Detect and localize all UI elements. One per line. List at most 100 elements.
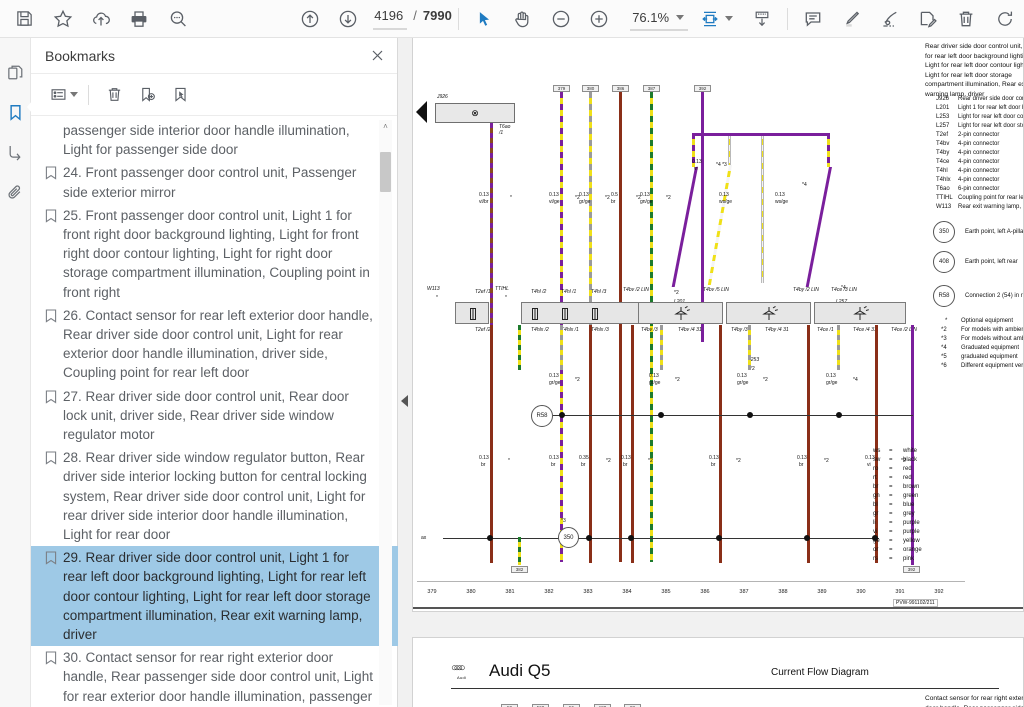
main-toolbar: 4196 / 7990 76.1% xyxy=(0,0,1024,38)
add-bookmark-icon[interactable] xyxy=(132,81,162,109)
page-number-input[interactable]: 4196 xyxy=(373,8,408,30)
stamp-icon[interactable] xyxy=(914,4,942,34)
earth-node-3 xyxy=(628,535,634,541)
wire-spec-color-1: vi/br xyxy=(479,199,489,205)
close-icon[interactable] xyxy=(370,48,385,63)
sidebar-item-attachments[interactable] xyxy=(0,172,31,212)
page-header-rule xyxy=(451,688,999,689)
wire-spec-size-6: 0.13 xyxy=(692,159,702,165)
wire-spec-size-8: 0.13 xyxy=(775,192,785,198)
rotate-icon[interactable] xyxy=(991,4,1019,34)
sidebar-item-signatures[interactable] xyxy=(0,132,31,172)
list-item[interactable]: 28. Rear driver side window regulator bu… xyxy=(31,446,398,546)
list-item-selected[interactable]: 29. Rear driver side door control unit, … xyxy=(31,546,398,647)
flow-arrow-left-icon xyxy=(416,101,427,123)
zoom-out-circle-icon[interactable] xyxy=(546,4,574,34)
cloud-upload-icon[interactable] xyxy=(87,4,115,34)
list-item[interactable]: 26. Contact sensor for rear left exterio… xyxy=(31,304,398,385)
mid-wire-size-3: 0.13 xyxy=(737,373,747,379)
splice-node-1 xyxy=(559,412,565,418)
legend-row-t4bv: T4bv 4-pin connector xyxy=(936,141,1000,147)
document-viewport[interactable]: ⊗ J926 T6ao /1 379 380 386 387 392 0.13 … xyxy=(398,38,1024,707)
page-navigation: 4196 / 7990 xyxy=(373,8,452,30)
list-options-chevron-icon[interactable] xyxy=(70,92,78,97)
splice-legend-text-r58: Connection 2 (54) in rear left door wiri… xyxy=(965,293,1023,299)
chevron-down-icon[interactable] xyxy=(676,15,685,20)
search-icon[interactable] xyxy=(164,4,192,34)
arrow-down-circle-icon[interactable] xyxy=(334,4,362,34)
bot-wire-color-5: br xyxy=(711,462,716,468)
wire-spec-size-1: 0.13 xyxy=(479,192,489,198)
list-item[interactable]: passenger side interior door handle illu… xyxy=(31,119,398,161)
select-bookmark-icon[interactable] xyxy=(165,81,195,109)
bookmark-icon xyxy=(39,306,63,323)
pin-t4hl-1: T4hl /1 xyxy=(561,289,577,295)
bookmark-icon xyxy=(39,163,63,181)
bot-wire-color-7: vi xyxy=(867,462,871,468)
earth-legend-text-350: Earth point, left A-pillar xyxy=(965,229,1023,235)
list-item[interactable]: 25. Front passenger door control unit, L… xyxy=(31,204,398,304)
document-page-1[interactable]: ⊗ J926 T6ao /1 379 380 386 387 392 0.13 … xyxy=(412,38,1024,612)
highlight-pen-icon[interactable] xyxy=(837,4,865,34)
bookmarks-list[interactable]: passenger side interior door handle illu… xyxy=(31,117,398,707)
trash-icon[interactable] xyxy=(952,4,980,34)
earth-node-5 xyxy=(804,535,810,541)
delete-bookmark-icon[interactable] xyxy=(99,81,129,109)
sidebar-item-pages[interactable] xyxy=(0,52,31,92)
save-icon[interactable] xyxy=(10,4,38,34)
wire-mid-br-1 xyxy=(589,325,592,563)
page-description: Rear driver side door control unit, Ligh… xyxy=(925,43,1023,98)
ref-box-bottom-2: 392 xyxy=(903,566,920,573)
bookmarks-scrollbar[interactable]: ˄ xyxy=(379,120,392,705)
fit-mode-chevron-icon[interactable] xyxy=(725,16,734,21)
lamp-box-l253 xyxy=(726,302,811,324)
component-ttihl-note: * xyxy=(505,295,507,301)
pin-t4ce-3: T4ce /3 LIN xyxy=(831,287,857,293)
wire-ws-ge-b xyxy=(761,133,764,283)
collapse-left-icon[interactable] xyxy=(398,376,412,426)
ink-signature-icon[interactable] xyxy=(875,4,903,34)
cursor-arrow-icon[interactable] xyxy=(470,4,498,34)
color-legend-or: or = orange xyxy=(873,547,922,553)
grid-number-383: 383 xyxy=(583,589,593,595)
bot-wire-size-6: 0.13 xyxy=(797,455,807,461)
zoom-level-control[interactable]: 76.1% xyxy=(630,7,689,31)
comment-icon[interactable] xyxy=(799,4,827,34)
document-page-2[interactable]: ○○○○ Audi Audi Q5 Current Flow Diagram 5… xyxy=(412,637,1024,707)
scrollbar-thumb[interactable] xyxy=(380,152,391,192)
sidebar-item-bookmarks[interactable] xyxy=(0,92,32,132)
zoom-in-circle-icon[interactable] xyxy=(585,4,613,34)
color-legend-rt: rt = red xyxy=(873,475,912,481)
color-legend-sw: sw = black xyxy=(873,457,918,463)
component-w113-note: * xyxy=(436,295,438,301)
wire-mid-gr-ge-1 xyxy=(560,325,563,370)
print-icon[interactable] xyxy=(125,4,153,34)
mid-wire-color-4: gr/ge xyxy=(826,380,838,386)
grid-rule xyxy=(417,581,965,582)
toolbar-divider-2 xyxy=(786,7,788,30)
mid-wire-color-2: gr/ge xyxy=(649,380,661,386)
list-options-icon[interactable] xyxy=(43,81,73,109)
fit-page-width-icon[interactable] xyxy=(696,4,724,34)
list-item[interactable]: 27. Rear driver side door control unit, … xyxy=(31,385,398,447)
bot-wire-color-1: br xyxy=(481,462,486,468)
diagram-title: Current Flow Diagram xyxy=(771,667,869,678)
scroll-up-arrow-icon[interactable]: ˄ xyxy=(379,120,392,133)
pin-t2ef-1: T2ef /1 xyxy=(475,289,491,295)
arrow-up-circle-icon[interactable] xyxy=(295,4,323,34)
list-item[interactable]: 24. Front passenger door control unit, P… xyxy=(31,161,398,203)
mid-wire-note-4: *4 xyxy=(853,377,858,383)
bot-wire-size-2: 0.13 xyxy=(549,455,559,461)
legend-row-t2ef: T2ef 2-pin connector xyxy=(936,132,1000,138)
bookmarks-toolbar xyxy=(31,74,397,116)
bot-wire-note-1: * xyxy=(508,458,510,464)
mid-wire-size-4: 0.13 xyxy=(826,373,836,379)
wire-spec-note-6: *4 *3 xyxy=(716,162,727,168)
splice-node-3 xyxy=(747,412,753,418)
list-item[interactable]: 30. Contact sensor for rear right exteri… xyxy=(31,646,398,707)
wire-spec-size-5: 0.13 xyxy=(640,192,650,198)
hand-pan-icon[interactable] xyxy=(508,4,536,34)
favorite-star-icon[interactable] xyxy=(48,4,76,34)
single-page-scroll-icon[interactable] xyxy=(747,4,775,34)
pin-t4hlx-3: T4hlx /3 xyxy=(591,327,609,333)
